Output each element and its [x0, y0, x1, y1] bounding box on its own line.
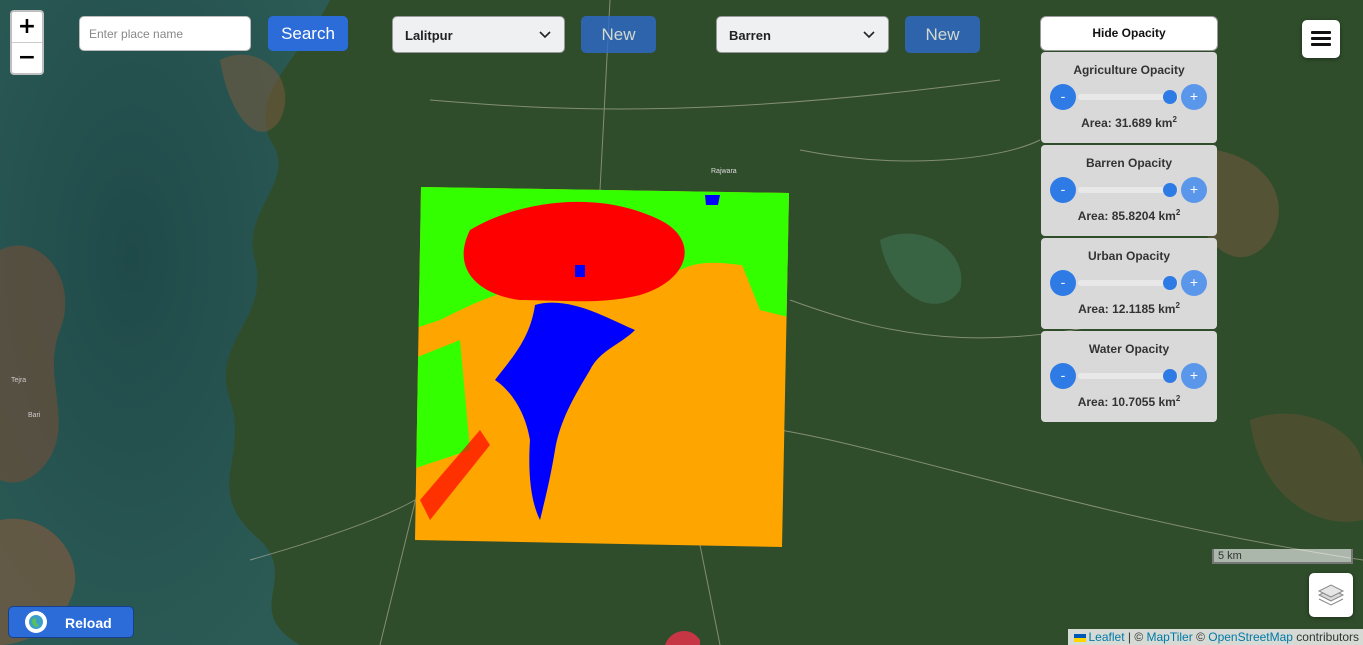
agriculture-opacity-panel: Agriculture Opacity - + Area: 31.689 km2 [1041, 52, 1217, 143]
zoom-control: + − [10, 10, 44, 75]
reload-label: Reload [65, 615, 112, 631]
zoom-out-button[interactable]: − [12, 42, 42, 73]
hamburger-icon-bar [1311, 31, 1331, 34]
panel-title: Agriculture Opacity [1073, 63, 1185, 77]
chevron-down-icon [539, 31, 551, 39]
maptiler-link[interactable]: MapTiler [1147, 630, 1193, 644]
increase-opacity-button[interactable]: + [1181, 84, 1207, 110]
slider-thumb[interactable] [1163, 90, 1177, 104]
new-class-button[interactable]: New [905, 16, 980, 53]
opacity-slider[interactable] [1078, 183, 1178, 197]
ukraine-flag-icon [1073, 633, 1086, 642]
hide-opacity-button[interactable]: Hide Opacity [1040, 16, 1218, 51]
opacity-slider[interactable] [1078, 90, 1178, 104]
openstreetmap-link[interactable]: OpenStreetMap [1208, 630, 1293, 644]
slider-thumb[interactable] [1163, 276, 1177, 290]
slider-thumb[interactable] [1163, 369, 1177, 383]
class-select-value: Barren [729, 28, 771, 43]
decrease-opacity-button[interactable]: - [1050, 177, 1076, 203]
decrease-opacity-button[interactable]: - [1050, 270, 1076, 296]
water-opacity-panel: Water Opacity - + Area: 10.7055 km2 [1041, 331, 1217, 422]
landcover-class-select[interactable]: Barren [716, 16, 889, 53]
new-district-button[interactable]: New [581, 16, 656, 53]
place-search-input[interactable] [79, 16, 251, 51]
district-select[interactable]: Lalitpur [392, 16, 565, 53]
map-place-label: Rajwara [711, 168, 737, 175]
decrease-opacity-button[interactable]: - [1050, 363, 1076, 389]
opacity-slider[interactable] [1078, 276, 1178, 290]
globe-icon [25, 611, 47, 633]
opacity-slider[interactable] [1078, 369, 1178, 383]
scale-bar: 5 km [1212, 549, 1353, 564]
hamburger-icon-bar [1311, 37, 1331, 40]
menu-button[interactable] [1302, 20, 1340, 58]
search-button[interactable]: Search [268, 16, 348, 51]
zoom-in-button[interactable]: + [12, 12, 42, 42]
layers-control-button[interactable] [1309, 573, 1353, 617]
slider-thumb[interactable] [1163, 183, 1177, 197]
urban-opacity-panel: Urban Opacity - + Area: 12.1185 km2 [1041, 238, 1217, 329]
landcover-overlay [415, 187, 789, 547]
map-place-label: Bari [28, 412, 41, 419]
panel-title: Urban Opacity [1087, 249, 1171, 263]
panel-title: Water Opacity [1088, 342, 1170, 356]
increase-opacity-button[interactable]: + [1181, 363, 1207, 389]
panel-title: Barren Opacity [1085, 156, 1173, 170]
hamburger-icon-bar [1311, 43, 1331, 46]
increase-opacity-button[interactable]: + [1181, 270, 1207, 296]
leaflet-link[interactable]: Leaflet [1089, 630, 1125, 644]
map-attribution: Leaflet | © MapTiler © OpenStreetMap con… [1067, 629, 1363, 645]
area-readout: Area: 31.689 km2 [1081, 115, 1177, 130]
barren-opacity-panel: Barren Opacity - + Area: 85.8204 km2 [1041, 145, 1217, 236]
map-place-label: Tejra [11, 377, 27, 384]
increase-opacity-button[interactable]: + [1181, 177, 1207, 203]
reload-button[interactable]: Reload [8, 606, 134, 638]
area-readout: Area: 85.8204 km2 [1077, 208, 1181, 223]
decrease-opacity-button[interactable]: - [1050, 84, 1076, 110]
district-select-value: Lalitpur [405, 28, 453, 43]
layers-icon [1317, 584, 1345, 606]
area-readout: Area: 12.1185 km2 [1078, 301, 1180, 316]
chevron-down-icon [863, 31, 875, 39]
area-readout: Area: 10.7055 km2 [1077, 394, 1181, 409]
